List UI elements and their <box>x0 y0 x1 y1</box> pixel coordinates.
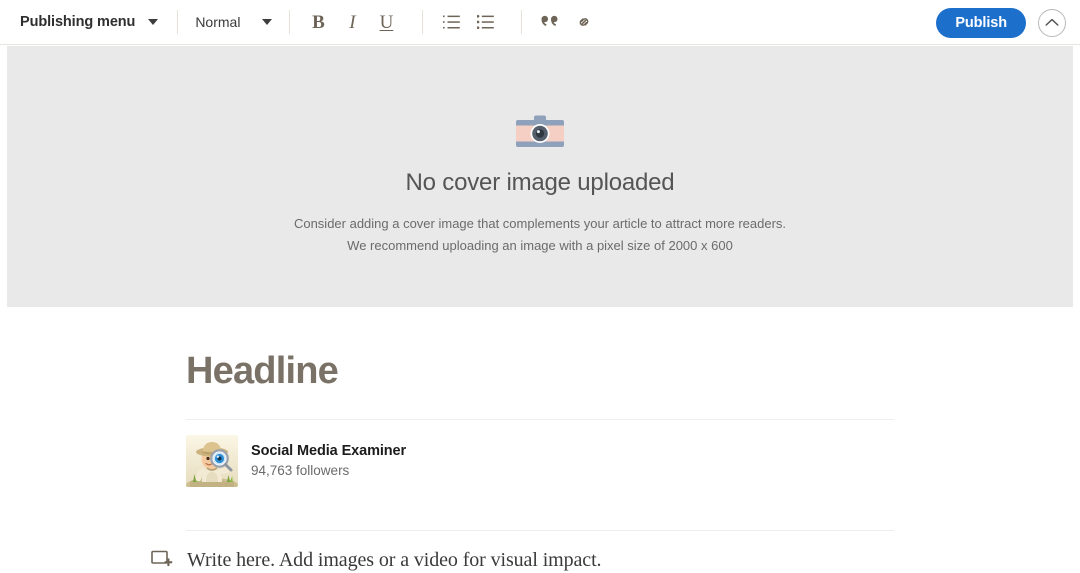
text-style-group: Normal <box>193 0 274 45</box>
editor-toolbar: Publishing menu Normal B I U Publish <box>0 0 1080 45</box>
list-group <box>438 0 506 45</box>
article-content-column: Headline Social Media Examiner 94,763 fo… <box>151 352 894 573</box>
italic-button[interactable]: I <box>339 8 365 36</box>
ordered-list-button[interactable] <box>438 9 464 35</box>
insert-group <box>537 0 605 45</box>
add-media-button[interactable] <box>149 547 175 573</box>
divider-below-author <box>186 530 894 531</box>
cover-subtext-line-1: Consider adding a cover image that compl… <box>293 216 787 231</box>
author-byline[interactable]: Social Media Examiner 94,763 followers <box>186 420 894 501</box>
caret-down-icon <box>262 19 273 25</box>
toolbar-separator <box>521 10 523 34</box>
collapse-toolbar-button[interactable] <box>1038 8 1066 37</box>
article-body-row: Write here. Add images or a video for vi… <box>149 547 894 573</box>
article-body-input[interactable]: Write here. Add images or a video for vi… <box>187 549 602 572</box>
toolbar-separator <box>289 10 291 34</box>
cover-placeholder-title: No cover image uploaded <box>405 169 675 196</box>
bold-button[interactable]: B <box>305 8 331 36</box>
quote-icon <box>541 15 558 26</box>
headline-input[interactable]: Headline <box>186 352 894 390</box>
text-style-label: Normal <box>195 14 241 30</box>
bulleted-list-button[interactable] <box>472 9 498 35</box>
caret-down-icon <box>148 19 159 25</box>
cover-subtext-line-2: We recommend uploading an image with a p… <box>347 238 733 254</box>
bulleted-list-icon <box>476 15 494 29</box>
camera-icon <box>516 115 564 147</box>
toolbar-right-cluster: Publish <box>936 0 1066 45</box>
cover-image-dropzone[interactable]: No cover image uploaded Consider adding … <box>7 46 1073 307</box>
toolbar-separator <box>422 10 424 34</box>
publishing-menu-button[interactable]: Publishing menu <box>16 14 162 30</box>
format-group: B I U <box>305 0 407 45</box>
publish-button[interactable]: Publish <box>936 7 1026 38</box>
link-icon <box>580 18 589 26</box>
author-name: Social Media Examiner <box>251 442 407 459</box>
explorer-avatar <box>186 435 238 487</box>
blockquote-button[interactable] <box>537 9 563 35</box>
camera-icon-wrap <box>514 112 566 157</box>
cover-placeholder-subtext: Consider adding a cover image that compl… <box>294 213 786 258</box>
toolbar-separator <box>177 10 179 34</box>
avatar <box>186 435 238 487</box>
underline-button[interactable]: U <box>373 8 399 36</box>
link-button[interactable] <box>571 9 597 35</box>
article-editor: Headline Social Media Examiner 94,763 fo… <box>0 307 1080 573</box>
text-style-dropdown[interactable]: Normal <box>193 14 274 30</box>
publishing-menu-label: Publishing menu <box>20 14 136 30</box>
author-follower-count: 94,763 followers <box>251 463 350 479</box>
add-media-icon <box>151 550 173 567</box>
chevron-up-icon <box>1045 18 1059 26</box>
ordered-list-icon <box>442 15 460 29</box>
publishing-menu-group: Publishing menu <box>16 0 162 45</box>
author-text-block: Social Media Examiner 94,763 followers <box>251 442 406 481</box>
